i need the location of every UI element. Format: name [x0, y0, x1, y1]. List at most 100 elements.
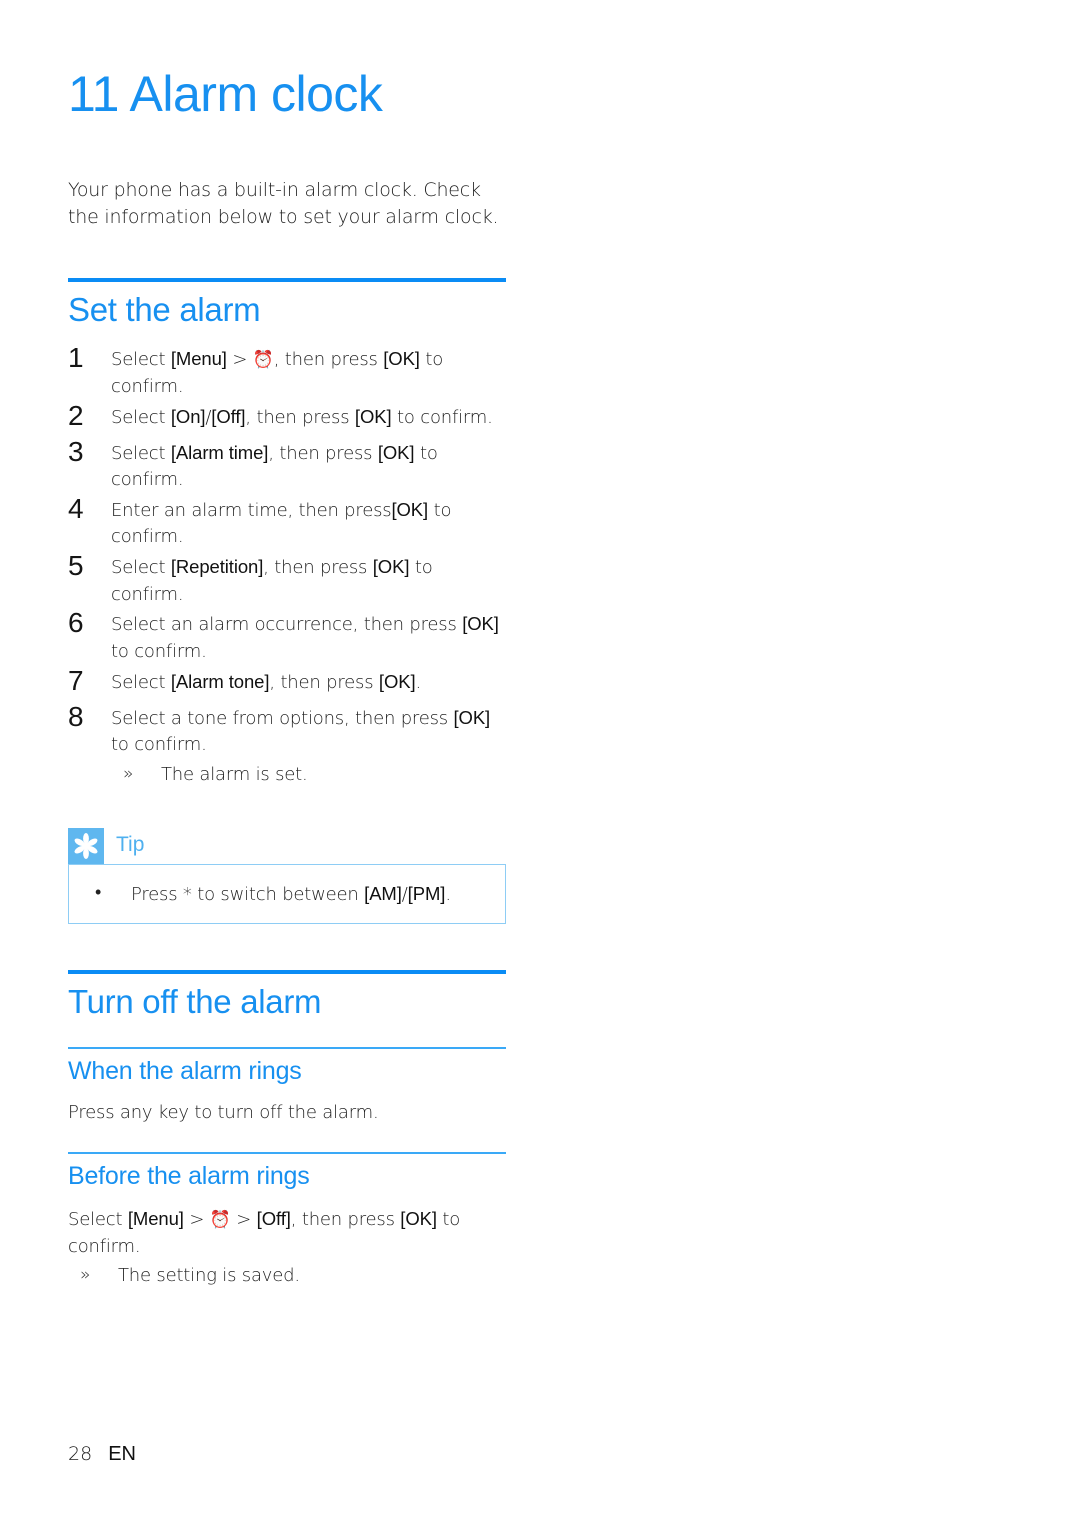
step-text: Select a tone from options, then press [… [111, 704, 506, 759]
page-footer: 28 EN [68, 1443, 136, 1466]
step-text-run: Select a tone from options, then press [111, 707, 454, 729]
list-item: 2 Select [On]/[Off], then press [OK] to c… [68, 400, 506, 437]
result-marker: » [80, 1265, 91, 1286]
step-text: Select [On]/[Off], then press [OK] to co… [111, 403, 506, 432]
ui-term: [OK] [354, 405, 392, 427]
step-text: Select [Repetition], then press [OK] to … [111, 553, 506, 608]
step-text-run: , then press [269, 671, 379, 693]
ui-term: [OK] [453, 706, 491, 728]
result-note-alarm-set: » The alarm is set. [111, 762, 506, 788]
step-text-run: Press * to switch between [131, 883, 365, 905]
step-number: 4 [68, 492, 84, 524]
ui-term: [OK] [391, 498, 429, 520]
step-text-run: , then press [263, 557, 373, 579]
alarm-clock-icon: ⏰ [209, 1210, 231, 1231]
alarm-clock-icon: ⏰ [252, 350, 274, 371]
subsection-when-the-alarm-rings: When the alarm rings Press any key to tu… [68, 1047, 506, 1126]
list-item: 4 Enter an alarm time, then press[OK] to … [68, 493, 506, 551]
list-item: 3 Select [Alarm time], then press [OK] to… [68, 436, 506, 494]
step-text-run: , then press [290, 1209, 401, 1231]
bullet-icon: • [95, 881, 102, 903]
tip-item-text: Press * to switch between [AM]/[PM]. [131, 882, 451, 905]
asterisk-icon [68, 827, 104, 864]
section-turn-off-the-alarm: Turn off the alarm [68, 970, 506, 1021]
step-text: Select [Menu] > ⏰, then press [OK] to co… [111, 345, 506, 400]
step-text-run: Select an alarm occurrence, then press [111, 614, 463, 636]
subsection-before-the-alarm-rings: Before the alarm rings Select [Menu] > ⏰… [68, 1152, 506, 1289]
intro-paragraph: Your phone has a built-in alarm clock. C… [68, 178, 499, 229]
ui-term: [Off] [256, 1208, 291, 1230]
paragraph-before-the-alarm-rings: Select [Menu] > ⏰ > [Off], then press [O… [68, 1191, 508, 1260]
ui-term: [On] [170, 405, 206, 427]
tip-body: • Press * to switch between [AM]/[PM]. [68, 863, 506, 925]
ui-term: [AM] [364, 882, 402, 904]
heading-turn-off-the-alarm: Turn off the alarm [68, 983, 322, 1021]
step-text-run: Select [111, 557, 171, 579]
step-text-run: Select [111, 442, 171, 464]
section-set-the-alarm: Set the alarm [68, 278, 506, 329]
ui-term: [OK] [372, 556, 410, 578]
tip-list-item: • Press * to switch between [AM]/[PM]. [83, 881, 491, 907]
step-number: 1 [68, 342, 84, 374]
step-text: Select an alarm occurrence, then press [… [111, 610, 506, 665]
tip-header: Tip [68, 827, 506, 864]
step-number: 2 [68, 399, 84, 431]
list-item: 8 Select a tone from options, then press … [68, 701, 506, 788]
result-marker: » [123, 763, 134, 784]
list-item: 7 Select [Alarm tone], then press [OK]. [68, 665, 506, 702]
paragraph-when-the-alarm-rings: Press any key to turn off the alarm. [68, 1101, 379, 1123]
result-text: The setting is saved. [118, 1265, 300, 1287]
heading-set-the-alarm: Set the alarm [68, 291, 261, 329]
set-alarm-step-list: 1 Select [Menu] > ⏰, then press [OK] to c… [68, 329, 506, 788]
step-text-run: Select [68, 1209, 128, 1231]
ui-term: [Off] [211, 405, 246, 427]
step-number: 7 [68, 664, 84, 696]
step-text: Enter an alarm time, then press[OK] to c… [111, 496, 506, 551]
ui-term: [OK] [378, 670, 416, 692]
step-text-run: , then press [268, 442, 378, 464]
result-note-setting-saved: » The setting is saved. [68, 1263, 506, 1289]
ui-term: [OK] [377, 441, 415, 463]
step-text-run: . [445, 883, 451, 905]
step-text-run: to confirm. [391, 406, 493, 428]
list-item: 6 Select an alarm occurrence, then press … [68, 607, 506, 665]
step-number: 3 [68, 435, 84, 467]
step-text-run: Select [111, 671, 171, 693]
step-number: 6 [68, 607, 84, 639]
ui-term: [Menu] [170, 348, 227, 370]
tip-label: Tip [116, 832, 145, 856]
step-text-run: to confirm. [111, 640, 207, 662]
heading-before-the-alarm-rings: Before the alarm rings [68, 1162, 310, 1191]
step-text-run: Enter an alarm time, then press [111, 499, 392, 521]
footer-page-number: 28 [68, 1443, 93, 1465]
list-item: 5 Select [Repetition], then press [OK] to… [68, 550, 506, 608]
step-text-run: > [230, 1209, 257, 1231]
step-text-run: , then press [273, 349, 384, 371]
step-text-run: Select [111, 349, 171, 371]
list-item: 1 Select [Menu] > ⏰, then press [OK] to c… [68, 342, 506, 400]
ui-term: [Alarm tone] [170, 670, 270, 692]
heading-when-the-alarm-rings: When the alarm rings [68, 1057, 302, 1085]
step-text: Select [Alarm tone], then press [OK]. [111, 668, 506, 697]
ui-term: [Menu] [127, 1208, 184, 1230]
step-text-run: Select [111, 406, 171, 428]
step-text-run: > [183, 1209, 210, 1231]
step-text-run: , then press [245, 406, 355, 428]
ui-term: [OK] [462, 613, 499, 635]
page-content-column: 11 Alarm clock Your phone has a built-in… [68, 0, 506, 1289]
ui-term: [OK] [383, 348, 420, 370]
step-text-run: > [226, 349, 253, 371]
page-title: 11 Alarm clock [68, 66, 383, 122]
step-text-run: to confirm. [111, 734, 207, 756]
ui-term: [OK] [400, 1208, 437, 1230]
step-number: 5 [68, 550, 84, 582]
ui-term: [PM] [407, 882, 446, 904]
result-text: The alarm is set. [161, 763, 308, 785]
step-text-run: . [415, 671, 422, 693]
tip-callout: Tip • Press * to switch between [AM]/[PM]… [68, 827, 506, 925]
step-number: 8 [68, 700, 84, 732]
ui-term: [Alarm time] [170, 441, 269, 463]
manual-page: 11 Alarm clock Your phone has a built-in… [0, 0, 1080, 1527]
ui-term: [Repetition] [170, 556, 264, 578]
step-text: Select [Alarm time], then press [OK] to … [111, 439, 506, 494]
